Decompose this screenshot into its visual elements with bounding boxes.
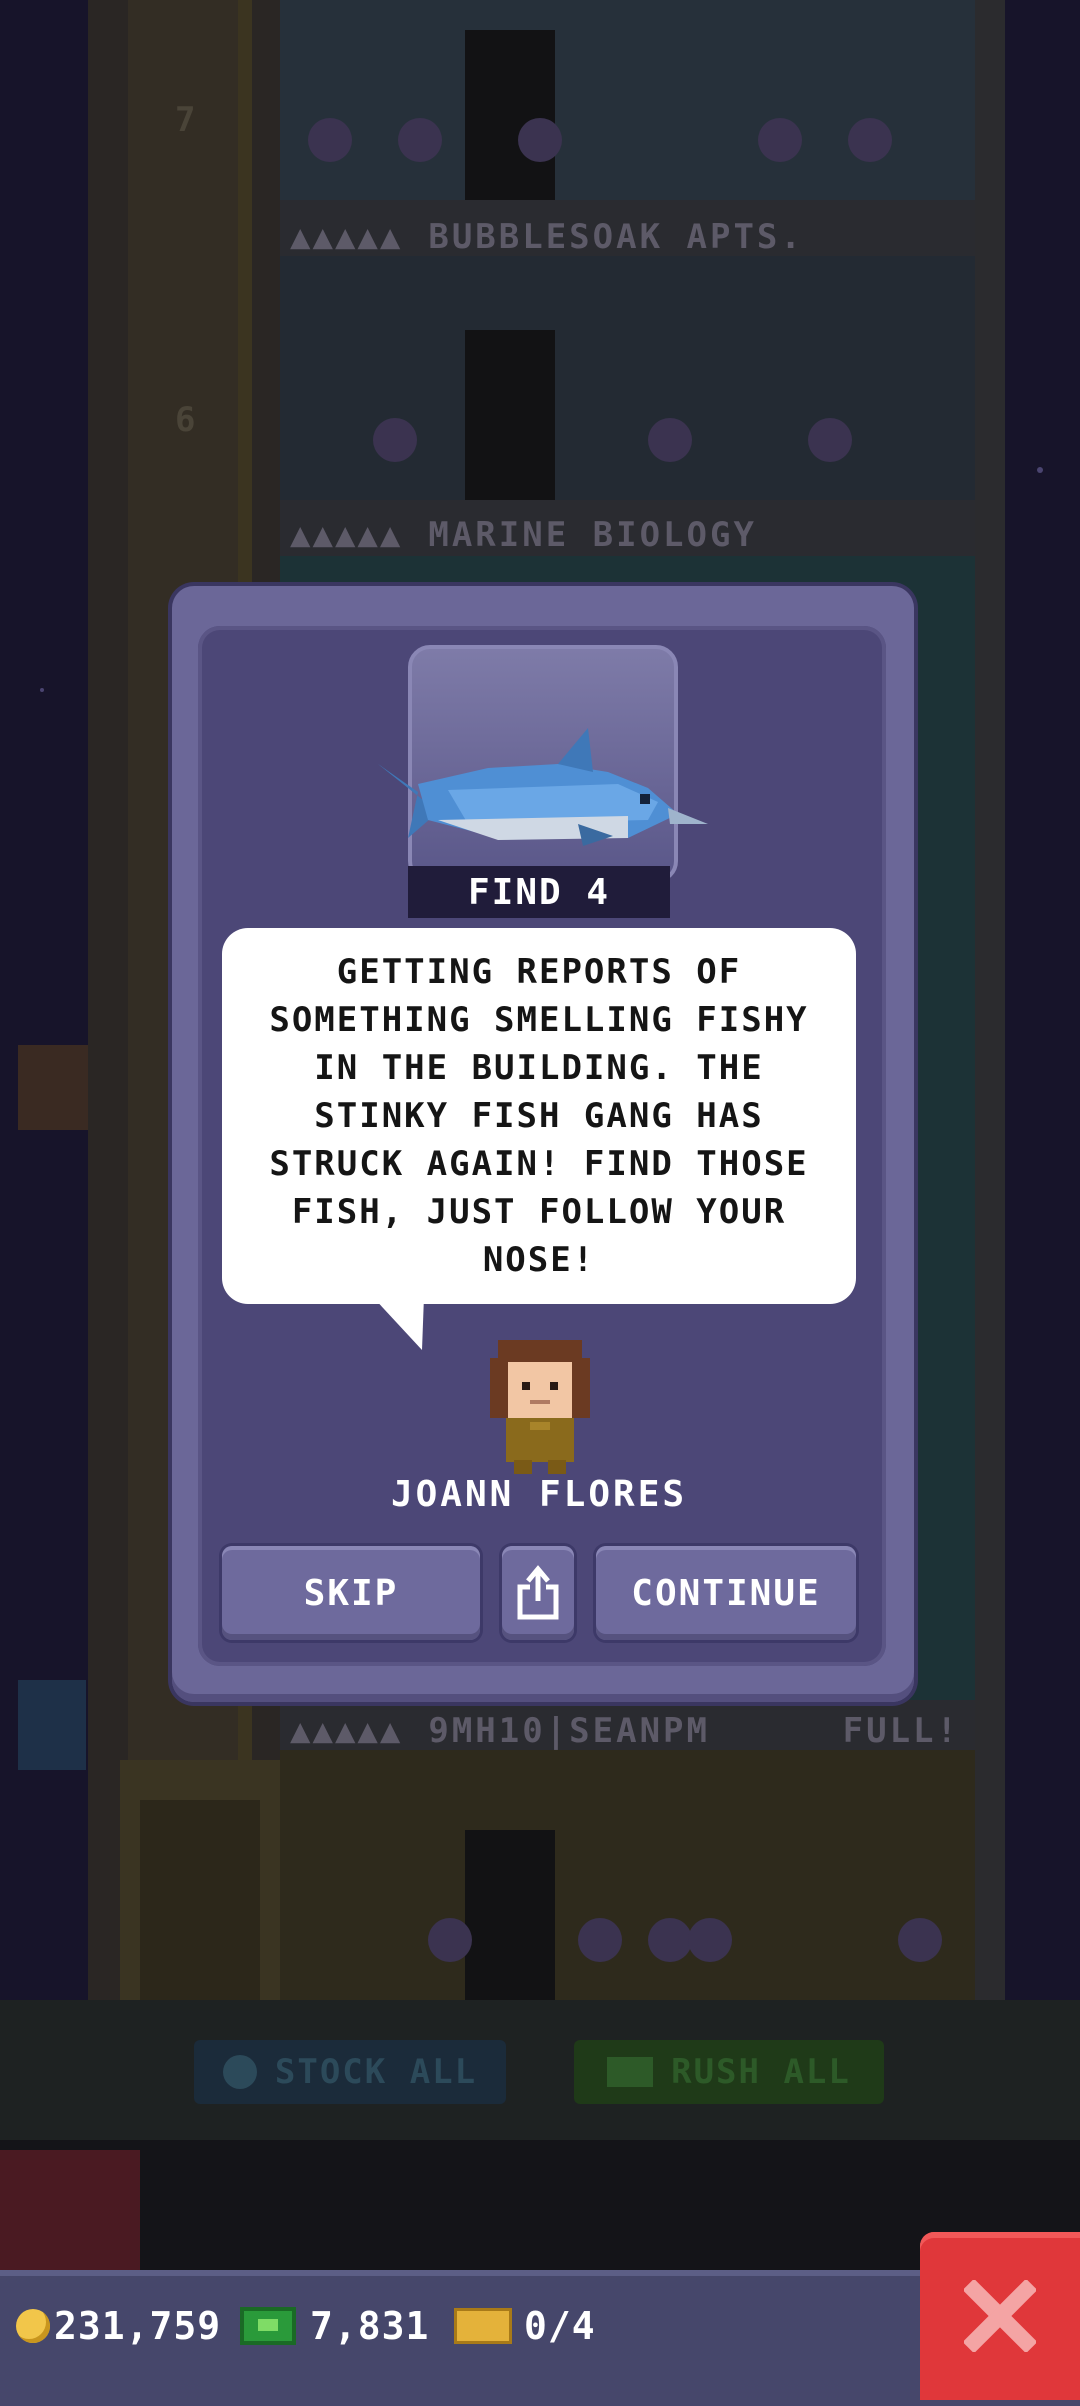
clock-icon bbox=[222, 2055, 257, 2089]
bux-icon bbox=[240, 2307, 296, 2345]
floor-label-marine-biology[interactable]: ▲▲▲▲▲ MARINE BIOLOGY bbox=[290, 510, 970, 560]
skip-label: SKIP bbox=[303, 1572, 399, 1614]
share-icon bbox=[517, 1565, 559, 1620]
floor-name: 9MH10|SEANPM bbox=[428, 1711, 710, 1751]
rush-all-button[interactable]: RUSH ALL bbox=[574, 2040, 884, 2104]
floor-status: FULL! bbox=[842, 1711, 960, 1751]
floor-star-rating: ▲▲▲▲▲ bbox=[290, 515, 403, 555]
speech-bubble: GETTING REPORTS OF SOMETHING SMELLING FI… bbox=[222, 928, 856, 1304]
mission-message: GETTING REPORTS OF SOMETHING SMELLING FI… bbox=[269, 952, 809, 1280]
bux-counter[interactable]: 7,831 bbox=[240, 2296, 429, 2356]
tickets-value: 0/4 bbox=[524, 2304, 596, 2348]
character-avatar bbox=[490, 1340, 590, 1474]
ticket-icon bbox=[454, 2308, 512, 2344]
coin-icon bbox=[16, 2309, 50, 2343]
continue-button[interactable]: CONTINUE bbox=[596, 1546, 856, 1640]
character-name: JOANN FLORES bbox=[390, 1474, 688, 1515]
share-button[interactable] bbox=[502, 1546, 574, 1640]
skip-button[interactable]: SKIP bbox=[222, 1546, 480, 1640]
floor-number-7: 7 bbox=[175, 100, 196, 140]
bux-icon bbox=[607, 2057, 654, 2087]
tickets-counter[interactable]: 0/4 bbox=[454, 2296, 596, 2356]
floor-number-6: 6 bbox=[175, 400, 196, 440]
coins-value: 231,759 bbox=[54, 2304, 222, 2348]
close-button[interactable] bbox=[920, 2232, 1080, 2400]
rush-all-label: RUSH ALL bbox=[671, 2052, 851, 2092]
bux-value: 7,831 bbox=[310, 2304, 430, 2348]
floor-name: MARINE BIOLOGY bbox=[428, 515, 757, 555]
floor-label-bubblesoak[interactable]: ▲▲▲▲▲ BUBBLESOAK APTS. bbox=[290, 212, 970, 262]
find-count-badge: FIND 4 bbox=[408, 866, 670, 918]
floor-star-rating: ▲▲▲▲▲ bbox=[290, 217, 403, 257]
stock-all-button[interactable]: STOCK ALL bbox=[194, 2040, 506, 2104]
coins-counter[interactable]: 231,759 bbox=[16, 2296, 221, 2356]
swordfish-icon bbox=[378, 728, 708, 846]
floor-star-rating: ▲▲▲▲▲ bbox=[290, 1711, 403, 1751]
floor-label-seanpm[interactable]: ▲▲▲▲▲ 9MH10|SEANPM FULL! bbox=[290, 1706, 970, 1756]
close-icon bbox=[964, 2280, 1036, 2352]
stock-all-label: STOCK ALL bbox=[274, 2052, 478, 2092]
speech-bubble-tail bbox=[372, 1296, 424, 1350]
floor-name: BUBBLESOAK APTS. bbox=[428, 217, 804, 257]
continue-label: CONTINUE bbox=[631, 1572, 821, 1614]
